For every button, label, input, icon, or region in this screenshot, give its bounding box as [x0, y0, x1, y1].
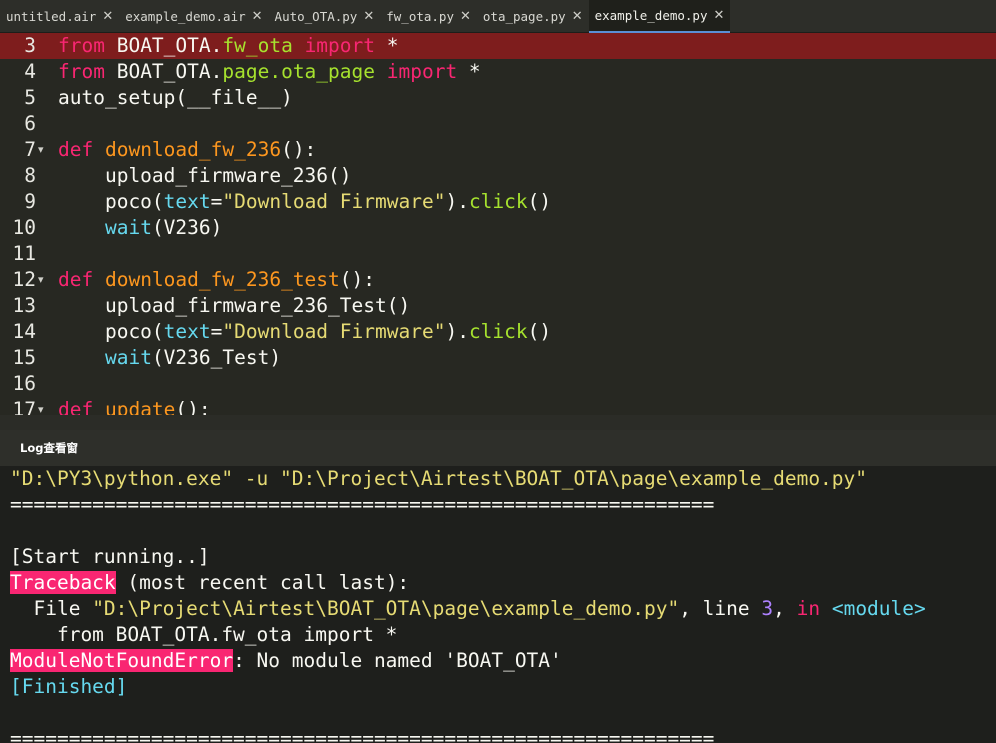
log-line-finished: [Finished]: [10, 675, 128, 698]
code-line[interactable]: 17 ▾ def update():: [0, 397, 996, 415]
line-number: 6: [24, 112, 36, 135]
code-line[interactable]: 8 upload_firmware_236(): [0, 163, 996, 189]
code-text: poco(text="Download Firmware").click(): [58, 190, 552, 213]
line-number: 13: [12, 294, 36, 317]
tab-untitled-air[interactable]: untitled.air ✕: [0, 0, 119, 33]
error-badge: ModuleNotFoundError: [10, 649, 234, 672]
code-line-error-highlight[interactable]: 3 from BOAT_OTA.fw_ota import *: [0, 33, 996, 59]
code-text: def download_fw_236_test():: [58, 268, 376, 291]
log-line-traceback: Traceback (most recent call last):: [10, 571, 410, 594]
line-number: 14: [12, 320, 36, 343]
line-number: 16: [12, 372, 36, 395]
code-text: wait(V236_Test): [104, 346, 282, 369]
code-text: def download_fw_236():: [58, 138, 317, 161]
code-line[interactable]: 6: [0, 111, 996, 137]
close-icon[interactable]: ✕: [713, 9, 724, 22]
line-number: 4: [24, 60, 36, 83]
log-line-separator: ========================================…: [10, 493, 715, 516]
code-text: wait(V236): [104, 216, 223, 239]
tab-label: example_demo.py: [594, 8, 708, 23]
code-text: upload_firmware_236(): [58, 164, 352, 187]
tab-fw-ota-py[interactable]: fw_ota.py ✕: [380, 0, 477, 33]
log-panel-header: Log查看窗: [0, 430, 996, 466]
log-line-blank: [0, 518, 996, 544]
code-text: upload_firmware_236_Test(): [58, 294, 411, 317]
tab-label: ota_page.py: [482, 9, 566, 24]
code-text: from BOAT_OTA.fw_ota import *: [58, 34, 399, 57]
tab-example-demo-air[interactable]: example_demo.air ✕: [119, 0, 268, 33]
line-number: 10: [12, 216, 36, 239]
log-line-blank: [0, 700, 996, 726]
log-line-separator: ========================================…: [10, 727, 715, 743]
tab-label: fw_ota.py: [386, 9, 454, 24]
code-line[interactable]: 16: [0, 371, 996, 397]
line-number: 9: [24, 190, 36, 213]
code-line[interactable]: 12 ▾ def download_fw_236_test():: [0, 267, 996, 293]
log-line-start: [Start running..]: [10, 545, 210, 568]
log-line-error: ModuleNotFoundError: No module named 'BO…: [10, 649, 562, 672]
fold-toggle-icon[interactable]: ▾: [38, 267, 50, 293]
traceback-badge: Traceback: [10, 571, 116, 594]
code-line[interactable]: 11: [0, 241, 996, 267]
line-number: 12: [12, 268, 36, 291]
log-panel-title: Log查看窗: [20, 441, 78, 455]
tab-label: Auto_OTA.py: [274, 9, 358, 24]
code-line[interactable]: 10 wait(V236): [0, 215, 996, 241]
code-text: auto_setup(__file__): [58, 86, 293, 109]
fold-toggle-icon[interactable]: ▾: [38, 397, 50, 415]
close-icon[interactable]: ✕: [252, 10, 263, 23]
code-line[interactable]: 7 ▾ def download_fw_236():: [0, 137, 996, 163]
code-line[interactable]: 13 upload_firmware_236_Test(): [0, 293, 996, 319]
tab-example-demo-py[interactable]: example_demo.py ✕: [588, 0, 731, 33]
code-text: def update():: [58, 398, 211, 415]
code-line[interactable]: 5 auto_setup(__file__): [0, 85, 996, 111]
fold-toggle-icon[interactable]: ▾: [38, 137, 50, 163]
tab-ota-page-py[interactable]: ota_page.py ✕: [477, 0, 589, 33]
line-number: 8: [24, 164, 36, 187]
tab-label: untitled.air: [6, 9, 97, 24]
log-line-file: File "D:\Project\Airtest\BOAT_OTA\page\e…: [10, 597, 926, 620]
tab-auto-ota-py[interactable]: Auto_OTA.py ✕: [269, 0, 381, 33]
line-number: 11: [12, 242, 36, 265]
close-icon[interactable]: ✕: [102, 10, 113, 23]
code-line[interactable]: 15 wait(V236_Test): [0, 345, 996, 371]
log-output[interactable]: "D:\PY3\python.exe" -u "D:\Project\Airte…: [0, 466, 996, 743]
code-text: from BOAT_OTA.page.ota_page import *: [58, 60, 481, 83]
line-number: 3: [24, 34, 36, 57]
log-line-command: "D:\PY3\python.exe" -u "D:\Project\Airte…: [10, 467, 868, 490]
line-number: 15: [12, 346, 36, 369]
tab-label: example_demo.air: [125, 9, 246, 24]
code-line[interactable]: 14 poco(text="Download Firmware").click(…: [0, 319, 996, 345]
close-icon[interactable]: ✕: [572, 10, 583, 23]
line-number: 7: [24, 138, 36, 161]
close-icon[interactable]: ✕: [363, 10, 374, 23]
code-line[interactable]: 9 poco(text="Download Firmware").click(): [0, 189, 996, 215]
code-text: poco(text="Download Firmware").click(): [58, 320, 552, 343]
editor-tab-bar: untitled.air ✕ example_demo.air ✕ Auto_O…: [0, 0, 996, 33]
code-line[interactable]: 4 from BOAT_OTA.page.ota_page import *: [0, 59, 996, 85]
panel-splitter[interactable]: [0, 415, 996, 430]
line-number: 17: [12, 398, 36, 415]
close-icon[interactable]: ✕: [460, 10, 471, 23]
code-editor[interactable]: 3 from BOAT_OTA.fw_ota import * 4 from B…: [0, 33, 996, 415]
line-number: 5: [24, 86, 36, 109]
log-line-source: from BOAT_OTA.fw_ota import *: [10, 623, 398, 646]
